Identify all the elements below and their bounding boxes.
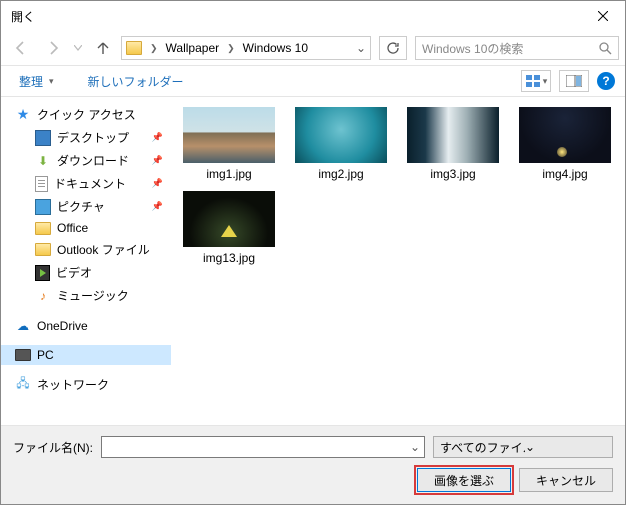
navigation-tree: ★クイック アクセス デスクトップ📌 ⬇ダウンロード📌 ドキュメント📌 ピクチャ… — [1, 97, 171, 425]
download-icon: ⬇ — [35, 153, 51, 169]
folder-icon — [35, 222, 51, 235]
dialog-footer: ファイル名(N): ⌄ すべてのファイル (*.jpg;*.jpeg;*.bmp… — [1, 426, 625, 504]
sidebar-item-music[interactable]: ♪ミュージック — [1, 284, 171, 307]
pin-icon: 📌 — [152, 178, 163, 189]
file-item[interactable]: img3.jpg — [405, 107, 501, 181]
forward-button[interactable] — [39, 34, 67, 62]
file-item[interactable]: img4.jpg — [517, 107, 613, 181]
video-icon — [35, 265, 50, 281]
file-item[interactable]: img13.jpg — [181, 191, 277, 265]
sidebar-item-onedrive[interactable]: ☁OneDrive — [1, 315, 171, 337]
desktop-icon — [35, 130, 51, 146]
filename-field[interactable] — [102, 437, 406, 457]
organize-menu[interactable]: 整理▾ — [11, 71, 62, 92]
sidebar-item-pc[interactable]: PC — [1, 345, 171, 365]
sidebar-item-pictures[interactable]: ピクチャ📌 — [1, 195, 171, 218]
preview-pane-button[interactable] — [559, 70, 589, 92]
new-folder-button[interactable]: 新しいフォルダー — [80, 71, 192, 92]
file-item[interactable]: img1.jpg — [181, 107, 277, 181]
command-bar: 整理▾ 新しいフォルダー ▾ ? — [1, 65, 625, 97]
recent-dropdown[interactable] — [71, 34, 85, 62]
folder-icon — [35, 243, 51, 256]
chevron-down-icon[interactable]: ⌄ — [406, 437, 424, 457]
sidebar-item-office[interactable]: Office — [1, 218, 171, 238]
pin-icon: 📌 — [152, 201, 163, 212]
sidebar-item-outlook[interactable]: Outlook ファイル — [1, 238, 171, 261]
thumbnail — [183, 107, 275, 163]
back-button[interactable] — [7, 34, 35, 62]
file-list: img1.jpg img2.jpg img3.jpg img4.jpg img1… — [171, 97, 625, 425]
thumbnail — [295, 107, 387, 163]
sidebar-item-downloads[interactable]: ⬇ダウンロード📌 — [1, 149, 171, 172]
up-button[interactable] — [89, 34, 117, 62]
filename-input[interactable]: ⌄ — [101, 436, 425, 458]
folder-icon — [126, 41, 142, 55]
cloud-icon: ☁ — [15, 318, 31, 334]
filename-label: ファイル名(N): — [13, 439, 93, 456]
search-icon — [598, 41, 612, 55]
address-bar[interactable]: ❯ Wallpaper ❯ Windows 10 ⌄ — [121, 36, 371, 60]
document-icon — [35, 176, 48, 192]
network-icon: 🖧 — [15, 377, 31, 393]
sidebar-item-videos[interactable]: ビデオ — [1, 261, 171, 284]
search-input[interactable]: Windows 10の検索 — [415, 36, 619, 60]
breadcrumb-segment[interactable]: Wallpaper — [162, 37, 224, 59]
pin-icon: 📌 — [152, 132, 163, 143]
thumbnail — [519, 107, 611, 163]
view-mode-button[interactable]: ▾ — [521, 70, 551, 92]
pictures-icon — [35, 199, 51, 215]
chevron-down-icon: ⌄ — [525, 440, 610, 454]
pin-icon: 📌 — [152, 155, 163, 166]
sidebar-item-desktop[interactable]: デスクトップ📌 — [1, 126, 171, 149]
window-title: 開く — [11, 8, 581, 25]
sidebar-item-network[interactable]: 🖧ネットワーク — [1, 373, 171, 396]
nav-toolbar: ❯ Wallpaper ❯ Windows 10 ⌄ Windows 10の検索 — [1, 31, 625, 65]
titlebar: 開く — [1, 1, 625, 31]
cancel-button[interactable]: キャンセル — [519, 468, 613, 492]
thumbnail — [407, 107, 499, 163]
refresh-button[interactable] — [379, 36, 407, 60]
address-dropdown[interactable]: ⌄ — [352, 37, 370, 59]
thumbnail — [183, 191, 275, 247]
file-item[interactable]: img2.jpg — [293, 107, 389, 181]
star-icon: ★ — [15, 107, 31, 123]
open-button[interactable]: 画像を選ぶ — [417, 468, 511, 492]
breadcrumb-segment[interactable]: Windows 10 — [239, 37, 312, 59]
chevron-right-icon: ❯ — [223, 43, 239, 54]
help-button[interactable]: ? — [597, 72, 615, 90]
sidebar-item-documents[interactable]: ドキュメント📌 — [1, 172, 171, 195]
sidebar-item-quick-access[interactable]: ★クイック アクセス — [1, 103, 171, 126]
file-type-filter[interactable]: すべてのファイル (*.jpg;*.jpeg;*.bmp ⌄ — [433, 436, 613, 458]
search-placeholder: Windows 10の検索 — [422, 40, 598, 57]
chevron-right-icon: ❯ — [146, 43, 162, 54]
pc-icon — [15, 349, 31, 361]
close-button[interactable] — [581, 1, 625, 31]
music-icon: ♪ — [35, 288, 51, 304]
